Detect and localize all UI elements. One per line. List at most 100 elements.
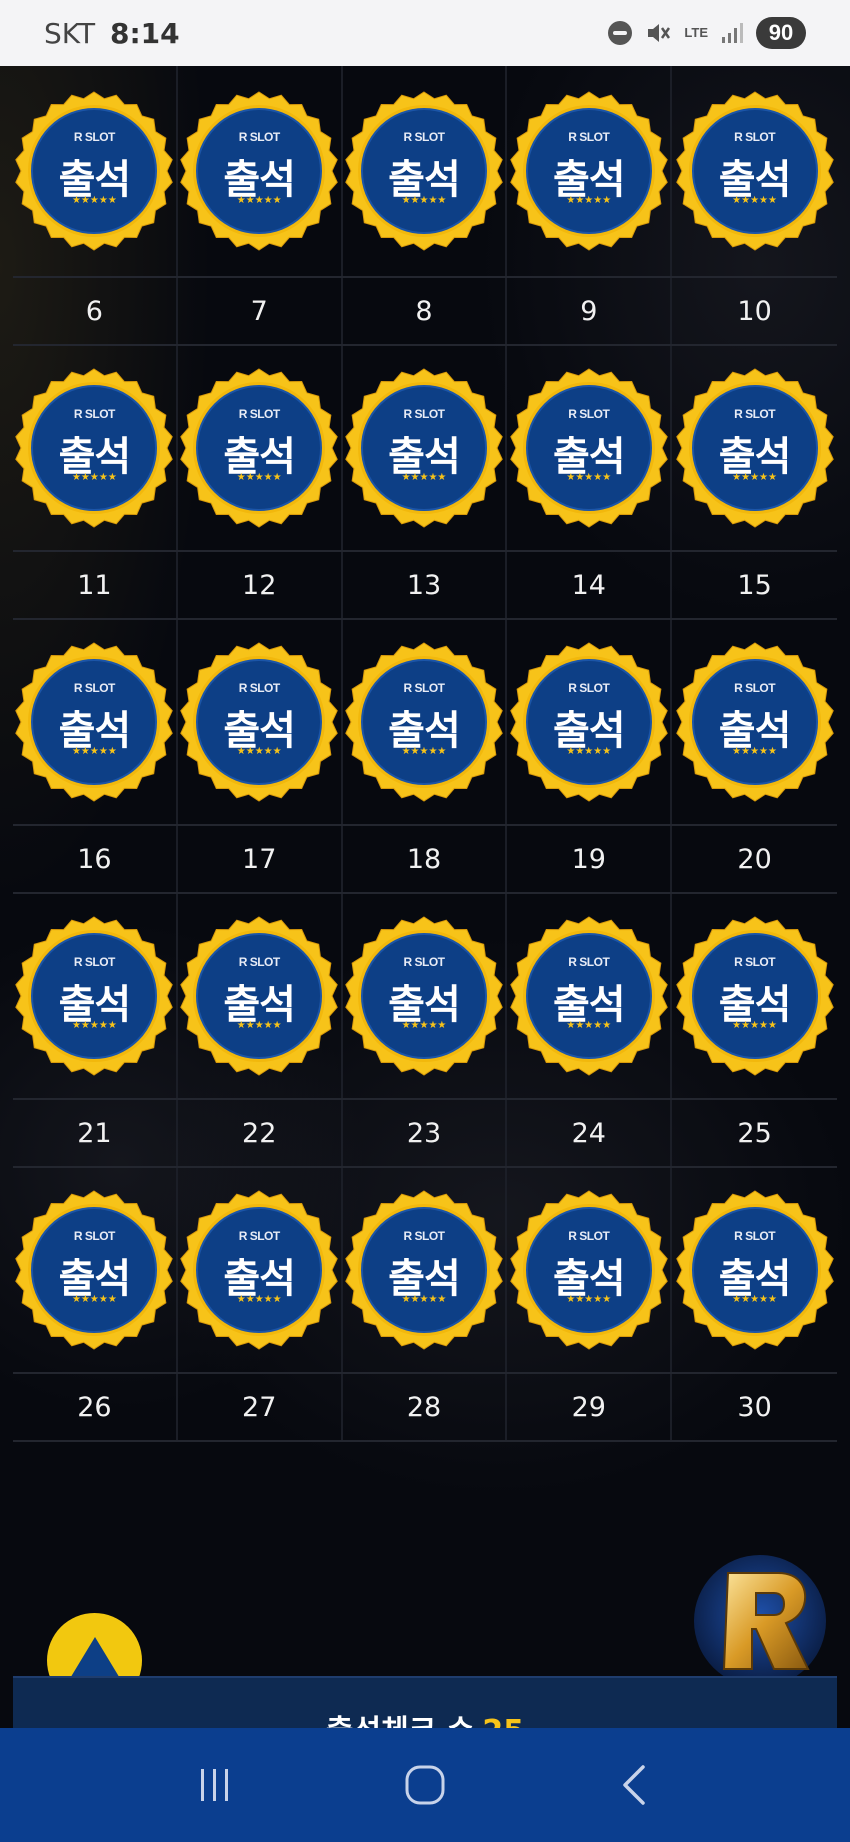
day-number-row: 6 7 8 9 10 [13, 278, 837, 346]
day-cell: R SLOT 출석 ★★★★★ [507, 66, 673, 276]
recent-apps-button[interactable] [175, 1745, 255, 1825]
back-icon [623, 1765, 645, 1805]
day-number: 30 [737, 1391, 772, 1423]
stamp-stars: ★★★★★ [401, 195, 447, 206]
home-button[interactable] [385, 1745, 465, 1825]
stamp-stars: ★★★★★ [71, 195, 117, 206]
day-number: 13 [343, 552, 508, 618]
day-cell: R SLOT 출석 ★★★★★ [672, 346, 837, 550]
stamp-brand: R SLOT [734, 130, 776, 144]
stamp-stars: ★★★★★ [401, 472, 447, 483]
clock: 8:14 [109, 16, 180, 50]
stamp-brand: R SLOT [403, 955, 445, 969]
carrier-label: SKT [44, 16, 96, 50]
r-slot-logo-button[interactable] [688, 1551, 833, 1691]
network-type: LTE [684, 25, 708, 40]
stamp-brand: R SLOT [73, 955, 116, 969]
day-number: 15 [737, 569, 772, 601]
day-number: 21 [13, 1100, 178, 1166]
day-cell: R SLOT 출석 ★★★★★ [507, 1168, 673, 1372]
day-cell: R SLOT 출석 ★★★★★ [178, 66, 343, 276]
day-cell: R SLOT 출석 ★★★★★ [178, 894, 343, 1098]
badge-row: R SLOT 출석 ★★★★★ R SLOT 출석 ★★★★★ R SLOT 출석 ★★★★★ R… [13, 1168, 837, 1374]
stamp-stars: ★★★★★ [236, 746, 282, 757]
day-cell: R SLOT 출석 ★★★★★ [343, 346, 508, 550]
day-number-row: 26 27 28 29 30 [13, 1374, 837, 1442]
day-number: 29 [507, 1374, 673, 1440]
day-number: 8 [343, 278, 508, 344]
attendance-calendar: R SLOT 출석 ★★★★★ R SLOT 출석 ★★★★★ R SLOT 출석 ★★★★★ R… [0, 66, 850, 1728]
day-number: 26 [13, 1374, 178, 1440]
attendance-stamp-icon: R SLOT 출석 ★★★★★ [675, 91, 835, 251]
stamp-stars: ★★★★★ [71, 472, 117, 483]
day-cell: R SLOT 출석 ★★★★★ [507, 346, 673, 550]
back-button[interactable] [595, 1745, 675, 1825]
stamp-brand: R SLOT [568, 681, 610, 695]
stamp-stars: ★★★★★ [71, 1294, 117, 1305]
lte-icon: LTE [684, 25, 708, 40]
day-number: 27 [178, 1374, 343, 1440]
stamp-brand: R SLOT [238, 130, 281, 144]
attendance-stamp-icon: R SLOT 출석 ★★★★★ [509, 642, 669, 802]
stamp-brand: R SLOT [734, 681, 776, 695]
r-slot-logo [694, 1555, 826, 1687]
attendance-stamp-icon: R SLOT 출석 ★★★★★ [14, 368, 174, 528]
day-number-row: 16 17 18 19 20 [13, 826, 837, 894]
day-cell: R SLOT 출석 ★★★★★ [13, 66, 178, 276]
stamp-stars: ★★★★★ [401, 1294, 447, 1305]
day-number: 25 [737, 1117, 772, 1149]
attendance-stamp-icon: R SLOT 출석 ★★★★★ [675, 1190, 835, 1350]
calendar-grid: R SLOT 출석 ★★★★★ R SLOT 출석 ★★★★★ R SLOT 출석 ★★★★★ R… [13, 66, 837, 1442]
badge-row: R SLOT 출석 ★★★★★ R SLOT 출석 ★★★★★ R SLOT 출석 ★★★★★ R… [13, 346, 837, 552]
signal-icon [720, 21, 744, 45]
day-cell: R SLOT 출석 ★★★★★ [178, 346, 343, 550]
attendance-stamp-icon: R SLOT 출석 ★★★★★ [509, 91, 669, 251]
day-number-row: 21 22 23 24 25 [13, 1100, 837, 1168]
stamp-stars: ★★★★★ [732, 1020, 777, 1031]
stamp-stars: ★★★★★ [566, 746, 612, 757]
day-cell: R SLOT 출석 ★★★★★ [672, 1168, 837, 1372]
attendance-summary-banner: 출석체크 수 25 [13, 1676, 837, 1736]
stamp-stars: ★★★★★ [71, 746, 117, 757]
day-number: 22 [178, 1100, 343, 1166]
stamp-brand: R SLOT [403, 407, 445, 421]
badge-row: R SLOT 출석 ★★★★★ R SLOT 출석 ★★★★★ R SLOT 출석 ★★★★★ R… [13, 894, 837, 1100]
mute-icon [644, 19, 672, 47]
stamp-brand: R SLOT [73, 681, 116, 695]
attendance-stamp-icon: R SLOT 출석 ★★★★★ [675, 916, 835, 1076]
attendance-stamp-icon: R SLOT 출석 ★★★★★ [344, 1190, 504, 1350]
battery-indicator: 90 [756, 17, 806, 49]
day-cell: R SLOT 출석 ★★★★★ [13, 620, 178, 824]
status-bar: SKT 8:14 LTE 90 [0, 0, 850, 66]
stamp-brand: R SLOT [734, 1229, 776, 1243]
stamp-stars: ★★★★★ [566, 195, 612, 206]
stamp-brand: R SLOT [568, 1229, 610, 1243]
attendance-stamp-icon: R SLOT 출석 ★★★★★ [675, 642, 835, 802]
stamp-brand: R SLOT [238, 1229, 281, 1243]
day-number: 24 [507, 1100, 673, 1166]
attendance-stamp-icon: R SLOT 출석 ★★★★★ [179, 916, 339, 1076]
day-number: 7 [178, 278, 343, 344]
stamp-brand: R SLOT [73, 1229, 116, 1243]
attendance-stamp-icon: R SLOT 출석 ★★★★★ [14, 91, 174, 251]
stamp-brand: R SLOT [734, 955, 776, 969]
stamp-brand: R SLOT [568, 130, 610, 144]
attendance-stamp-icon: R SLOT 출석 ★★★★★ [344, 916, 504, 1076]
recent-apps-icon [201, 1769, 228, 1801]
day-number: 28 [343, 1374, 508, 1440]
day-number: 12 [178, 552, 343, 618]
stamp-stars: ★★★★★ [71, 1020, 117, 1031]
day-number: 16 [13, 826, 178, 892]
day-cell: R SLOT 출석 ★★★★★ [672, 894, 837, 1098]
attendance-stamp-icon: R SLOT 출석 ★★★★★ [14, 642, 174, 802]
day-number: 19 [507, 826, 673, 892]
day-cell: R SLOT 출석 ★★★★★ [13, 346, 178, 550]
day-cell: R SLOT 출석 ★★★★★ [343, 1168, 508, 1372]
attendance-stamp-icon: R SLOT 출석 ★★★★★ [509, 368, 669, 528]
day-number: 9 [507, 278, 673, 344]
day-cell: R SLOT 출석 ★★★★★ [507, 894, 673, 1098]
attendance-stamp-icon: R SLOT 출석 ★★★★★ [344, 91, 504, 251]
attendance-stamp-icon: R SLOT 출석 ★★★★★ [344, 642, 504, 802]
stamp-stars: ★★★★★ [732, 195, 777, 206]
day-cell: R SLOT 출석 ★★★★★ [13, 894, 178, 1098]
